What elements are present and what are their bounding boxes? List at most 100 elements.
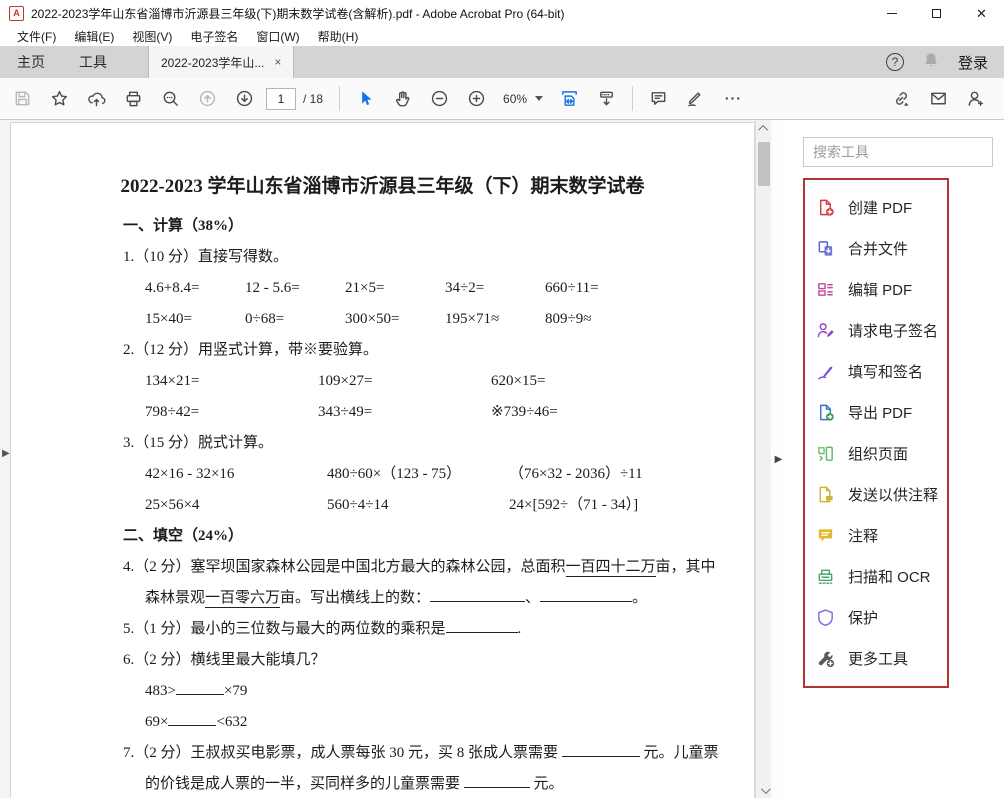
search-find-icon[interactable] — [155, 83, 186, 114]
page-up-icon — [192, 83, 223, 114]
doc-para: 3.（15 分）脱式计算。 — [11, 428, 754, 459]
tool-item-shield[interactable]: 保护 — [815, 597, 947, 638]
scrollbar-thumb[interactable] — [758, 142, 770, 186]
search-tools-input[interactable] — [803, 137, 993, 167]
navigation-tools-group — [347, 83, 495, 114]
tool-label: 编辑 PDF — [848, 279, 912, 300]
menu-item[interactable]: 电子签名 — [181, 28, 247, 45]
zoom-level-value: 60% — [503, 92, 527, 106]
scroll-up-arrow[interactable] — [756, 120, 771, 136]
menu-item[interactable]: 窗口(W) — [247, 28, 308, 45]
doc-para: 2.（12 分）用竖式计算，带※要验算。 — [11, 335, 754, 366]
math-expression: 480÷60×（123 - 75） — [327, 459, 509, 490]
vertical-scrollbar[interactable] — [755, 120, 771, 798]
tool-item-edit-layout[interactable]: 编辑 PDF — [815, 269, 947, 310]
doc-para: 1.（10 分）直接写得数。 — [11, 242, 754, 273]
fit-width-icon[interactable] — [554, 83, 585, 114]
tool-item-doc-bubble[interactable]: 发送以供注释 — [815, 474, 947, 515]
maximize-icon — [932, 9, 941, 18]
sign-in-button[interactable]: 登录 — [958, 52, 988, 73]
tab-close-icon[interactable]: × — [274, 55, 281, 69]
tab-home[interactable]: 主页 — [0, 46, 62, 78]
wrench-plus-icon — [815, 649, 835, 669]
doc-text: . — [518, 621, 522, 637]
math-expression: 343÷49= — [318, 397, 491, 428]
acrobat-pdf-icon: A — [9, 6, 24, 21]
doc-title: 2022-2023 学年山东省淄博市沂源县三年级（下）期末数学试卷 — [11, 169, 754, 211]
pen-icon — [815, 362, 835, 382]
help-icon[interactable]: ? — [886, 53, 904, 71]
tool-label: 扫描和 OCR — [848, 566, 931, 587]
page-number-input[interactable] — [266, 88, 296, 110]
tool-label: 注释 — [848, 525, 878, 546]
scroll-down-arrow[interactable] — [756, 782, 771, 798]
doc-row: 4.6+8.4=12 - 5.6=21×5=34÷2=660÷11= — [11, 273, 754, 304]
menu-item[interactable]: 帮助(H) — [309, 28, 368, 45]
notifications-bell-icon[interactable] — [922, 51, 940, 74]
tool-item-person-pen[interactable]: 请求电子签名 — [815, 310, 947, 351]
math-expression: 21×5= — [345, 273, 445, 304]
tab-document[interactable]: 2022-2023学年山... × — [148, 46, 294, 78]
doc-rich: 7.（2 分）王叔叔买电影票，成人票每张 30 元，买 8 张成人票需要 元。儿… — [11, 738, 754, 769]
chevron-down-icon — [760, 784, 770, 794]
fill-in-blank — [562, 744, 640, 757]
menu-item[interactable]: 编辑(E) — [65, 28, 123, 45]
zoom-level-dropdown[interactable]: 60% — [495, 92, 551, 106]
tool-item-pages[interactable]: 组织页面 — [815, 433, 947, 474]
tab-tools[interactable]: 工具 — [62, 46, 124, 78]
print-icon[interactable] — [118, 83, 149, 114]
more-options-icon[interactable] — [717, 83, 748, 114]
tool-item-doc-plus[interactable]: 创建 PDF — [815, 187, 947, 228]
page-down-icon[interactable] — [229, 83, 260, 114]
docs-merge-icon — [815, 239, 835, 259]
math-expression: 809÷9≈ — [545, 304, 645, 335]
tool-label: 创建 PDF — [848, 197, 912, 218]
math-expression: 15×40= — [145, 304, 245, 335]
close-button[interactable]: ✕ — [959, 0, 1004, 26]
fill-in-blank — [430, 589, 525, 602]
tool-item-bubble[interactable]: 注释 — [815, 515, 947, 556]
minimize-button[interactable] — [869, 0, 914, 26]
tools-panel: 创建 PDF 合并文件编辑 PDF 请求电子签名填写和签名导出 PDF组织页面发送以… — [786, 120, 1004, 798]
tool-item-pen[interactable]: 填写和签名 — [815, 351, 947, 392]
share-tools-group — [883, 83, 1000, 114]
tool-item-doc-arrow[interactable]: 导出 PDF — [815, 392, 947, 433]
math-expression: （76×32 - 2036）÷11 — [509, 459, 691, 490]
zoom-in-icon[interactable] — [461, 83, 492, 114]
star-icon[interactable] — [44, 83, 75, 114]
select-cursor-icon[interactable] — [350, 83, 381, 114]
tool-item-wrench-plus[interactable]: 更多工具 — [815, 638, 947, 679]
maximize-button[interactable] — [914, 0, 959, 26]
tools-panel-collapse-handle[interactable]: ▶ — [775, 454, 783, 465]
email-icon[interactable] — [923, 83, 954, 114]
tool-label: 保护 — [848, 607, 878, 628]
doc-text: 483> — [145, 683, 176, 699]
math-expression: 560÷4÷14 — [327, 490, 509, 521]
hand-tool-icon[interactable] — [387, 83, 418, 114]
menu-item[interactable]: 视图(V) — [123, 28, 181, 45]
left-panel-expand-handle[interactable]: ▶ — [2, 448, 10, 459]
share-link-icon[interactable] — [886, 83, 917, 114]
comment-icon[interactable] — [643, 83, 674, 114]
doc-rich: 4.（2 分）塞罕坝国家森林公园是中国北方最大的森林公园，总面积一百四十二万亩，… — [11, 552, 754, 583]
doc-text: 森林景观 — [145, 590, 205, 606]
zoom-out-icon[interactable] — [424, 83, 455, 114]
doc-text: 5.（1 分）最小的三位数与最大的两位数的乘积是 — [123, 621, 446, 637]
scroll-mode-icon[interactable] — [591, 83, 622, 114]
doc-rich: 69×<632 — [11, 707, 754, 738]
save-icon — [7, 83, 38, 114]
view-mode-group — [551, 83, 625, 114]
tool-item-scanner[interactable]: 扫描和 OCR — [815, 556, 947, 597]
menu-item[interactable]: 文件(F) — [8, 28, 65, 45]
window-controls: ✕ — [869, 0, 1004, 26]
highlighter-icon[interactable] — [680, 83, 711, 114]
doc-row: 15×40=0÷68=300×50=195×71≈809÷9≈ — [11, 304, 754, 335]
tool-item-docs-merge[interactable]: 合并文件 — [815, 228, 947, 269]
math-expression: 25×56×4 — [145, 490, 327, 521]
math-expression: 620×15= — [491, 366, 664, 397]
doc-text: 的价钱是成人票的一半，买同样多的儿童票需要 — [145, 776, 464, 792]
share-upload-icon[interactable] — [81, 83, 112, 114]
chevron-down-icon — [535, 96, 543, 101]
doc-text: ×79 — [224, 683, 247, 699]
account-icon[interactable] — [960, 83, 991, 114]
